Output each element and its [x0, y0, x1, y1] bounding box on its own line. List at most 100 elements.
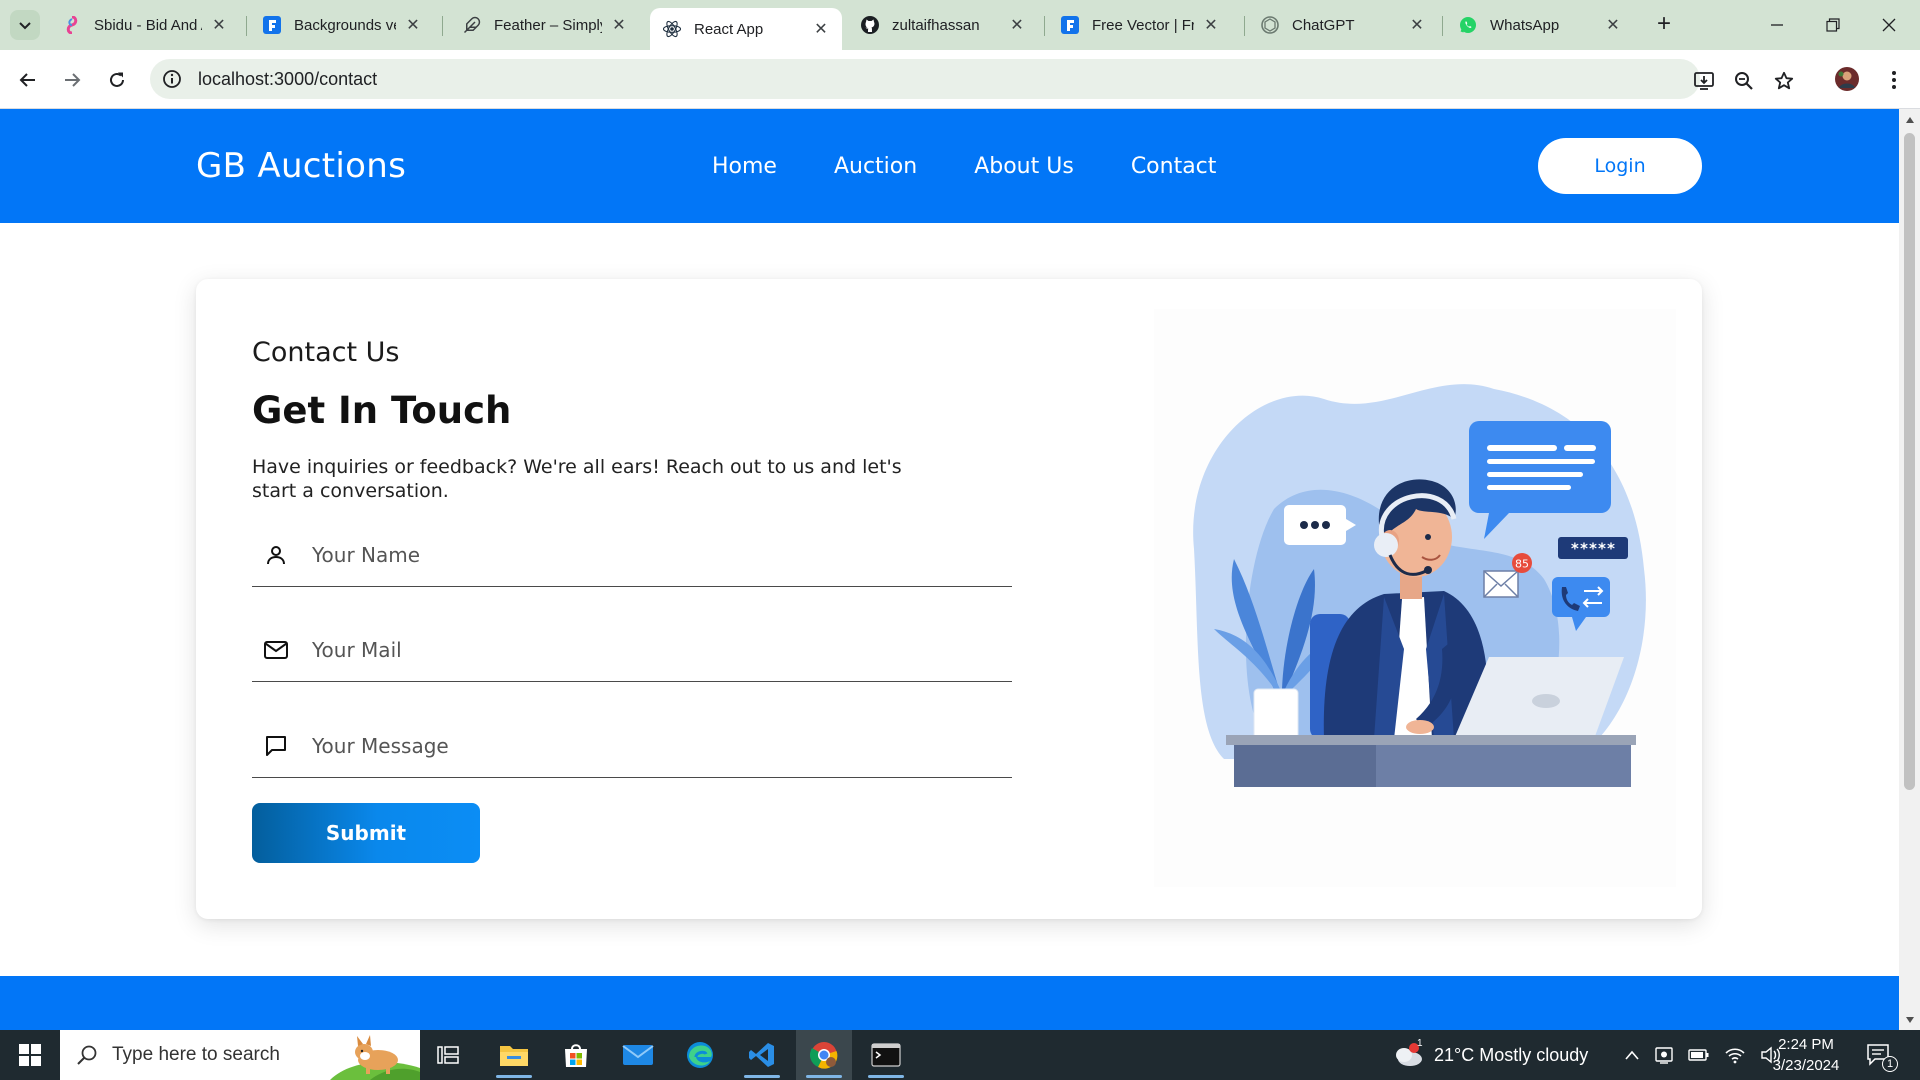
terminal-icon — [871, 1043, 901, 1067]
zoom-icon[interactable] — [1732, 69, 1756, 93]
taskbar-search-box[interactable]: Type here to search — [60, 1030, 420, 1080]
close-icon[interactable]: ✕ — [404, 15, 422, 35]
store-icon — [565, 1044, 587, 1067]
avatar-icon — [1835, 67, 1859, 91]
github-icon — [860, 15, 880, 35]
tab-title: React App — [694, 20, 764, 38]
submit-button[interactable]: Submit — [252, 803, 480, 863]
weather-alert-badge: 1 — [1417, 1038, 1423, 1049]
message-square-icon — [262, 732, 290, 760]
system-clock[interactable]: 2:24 PM 3/23/2024 — [1762, 1034, 1850, 1076]
nav-home[interactable]: Home — [712, 154, 777, 179]
task-view-icon — [437, 1046, 459, 1064]
tab-title: Sbidu - Bid And Auction — [94, 16, 202, 34]
weather-widget[interactable]: 1 21°C Mostly cloudy — [1392, 1030, 1588, 1080]
close-window-button[interactable] — [1866, 8, 1912, 42]
tab-divider — [1244, 16, 1245, 36]
info-icon[interactable] — [162, 69, 182, 89]
main-nav: Home Auction About Us Contact — [712, 154, 1216, 179]
user-icon — [262, 541, 290, 569]
close-icon[interactable]: ✕ — [1202, 15, 1220, 35]
plus-icon: + — [1656, 10, 1671, 37]
chevron-up-icon[interactable] — [1624, 1049, 1640, 1061]
nav-contact[interactable]: Contact — [1131, 154, 1217, 179]
tab-react-app[interactable]: React App ✕ — [650, 8, 842, 50]
bookmark-star-icon[interactable] — [1772, 69, 1796, 93]
arrow-right-icon — [65, 73, 81, 87]
login-button[interactable]: Login — [1538, 138, 1702, 194]
section-eyebrow: Contact Us — [252, 337, 400, 368]
customer-support-illustration: 85 ***** — [1154, 309, 1676, 887]
start-button[interactable] — [0, 1030, 60, 1080]
chrome-button[interactable] — [796, 1030, 852, 1080]
search-icon — [77, 1045, 97, 1065]
tab-github[interactable]: zultaifhassan ✕ — [848, 8, 1038, 42]
notification-center-button[interactable]: 1 — [1866, 1030, 1898, 1080]
vscode-button[interactable] — [734, 1030, 790, 1080]
microsoft-store-button[interactable] — [548, 1030, 604, 1080]
tab-backgrounds[interactable]: Backgrounds vectors ✕ — [250, 8, 434, 42]
folder-icon — [500, 1046, 528, 1066]
battery-icon[interactable] — [1688, 1048, 1710, 1062]
address-bar[interactable]: localhost:3000/contact — [150, 59, 1794, 99]
close-icon[interactable]: ✕ — [1408, 15, 1426, 35]
file-explorer-button[interactable] — [486, 1030, 542, 1080]
new-tab-button[interactable]: + — [1652, 10, 1676, 37]
tab-title: ChatGPT — [1292, 16, 1355, 34]
nav-about-us[interactable]: About Us — [974, 154, 1074, 179]
triangle-down-icon — [1905, 1017, 1914, 1023]
tab-search-button[interactable] — [10, 10, 40, 40]
site-logo[interactable]: GB Auctions — [196, 146, 406, 186]
tab-feather[interactable]: Feather – Simply beautiful ✕ — [450, 8, 640, 42]
message-input[interactable] — [312, 733, 992, 758]
url-text[interactable]: localhost:3000/contact — [198, 69, 377, 90]
minimize-icon — [1771, 24, 1783, 26]
page-scrollbar[interactable] — [1899, 109, 1920, 1030]
close-icon[interactable]: ✕ — [812, 19, 830, 39]
intro-text: Have inquiries or feedback? We're all ea… — [252, 456, 902, 502]
install-app-icon[interactable] — [1692, 69, 1716, 93]
tab-title: Feather – Simply beautiful — [494, 16, 602, 34]
freepik-icon — [262, 15, 282, 35]
forward-button[interactable] — [56, 64, 88, 96]
close-icon[interactable]: ✕ — [610, 15, 628, 35]
site-header: GB Auctions Home Auction About Us Contac… — [0, 109, 1899, 223]
tab-whatsapp[interactable]: WhatsApp ✕ — [1446, 8, 1634, 42]
clock-time: 2:24 PM — [1778, 1036, 1834, 1053]
browser-tab-strip: Sbidu - Bid And Auction ✕ Backgrounds ve… — [0, 0, 1920, 50]
defender-icon[interactable] — [1654, 1045, 1674, 1065]
tab-divider — [1442, 16, 1443, 36]
back-button[interactable] — [12, 64, 44, 96]
message-field — [252, 714, 1012, 778]
reload-icon — [110, 72, 124, 87]
name-input[interactable] — [312, 542, 992, 567]
tab-sbidu[interactable]: Sbidu - Bid And Auction ✕ — [50, 8, 240, 42]
support-agent-illustration: 85 ***** — [1193, 384, 1646, 787]
reload-button[interactable] — [101, 64, 133, 96]
nav-auction[interactable]: Auction — [834, 154, 917, 179]
mail-field — [252, 618, 1012, 682]
feather-icon — [462, 15, 482, 35]
profile-avatar[interactable] — [1831, 63, 1863, 95]
terminal-button[interactable] — [858, 1030, 914, 1080]
edge-browser-button[interactable] — [672, 1030, 728, 1080]
close-icon[interactable]: ✕ — [1008, 15, 1026, 35]
restore-button[interactable] — [1810, 8, 1856, 42]
close-icon[interactable]: ✕ — [1604, 15, 1622, 35]
mail-icon — [262, 636, 290, 664]
scroll-thumb[interactable] — [1904, 133, 1915, 790]
tab-chatgpt[interactable]: ChatGPT ✕ — [1248, 8, 1438, 42]
tab-free-vector[interactable]: Free Vector | Free ✕ — [1048, 8, 1232, 42]
chrome-icon — [809, 1042, 838, 1069]
wifi-icon[interactable] — [1724, 1046, 1746, 1064]
name-field — [252, 523, 1012, 587]
menu-button[interactable] — [1878, 64, 1910, 96]
task-view-button[interactable] — [420, 1030, 476, 1080]
scroll-down-arrow[interactable] — [1899, 1011, 1920, 1029]
mail-app-button[interactable] — [610, 1030, 666, 1080]
minimize-button[interactable] — [1754, 8, 1800, 42]
scroll-up-arrow[interactable] — [1899, 111, 1920, 129]
close-icon[interactable]: ✕ — [210, 15, 228, 35]
edge-icon — [687, 1042, 713, 1068]
mail-input[interactable] — [312, 637, 992, 662]
